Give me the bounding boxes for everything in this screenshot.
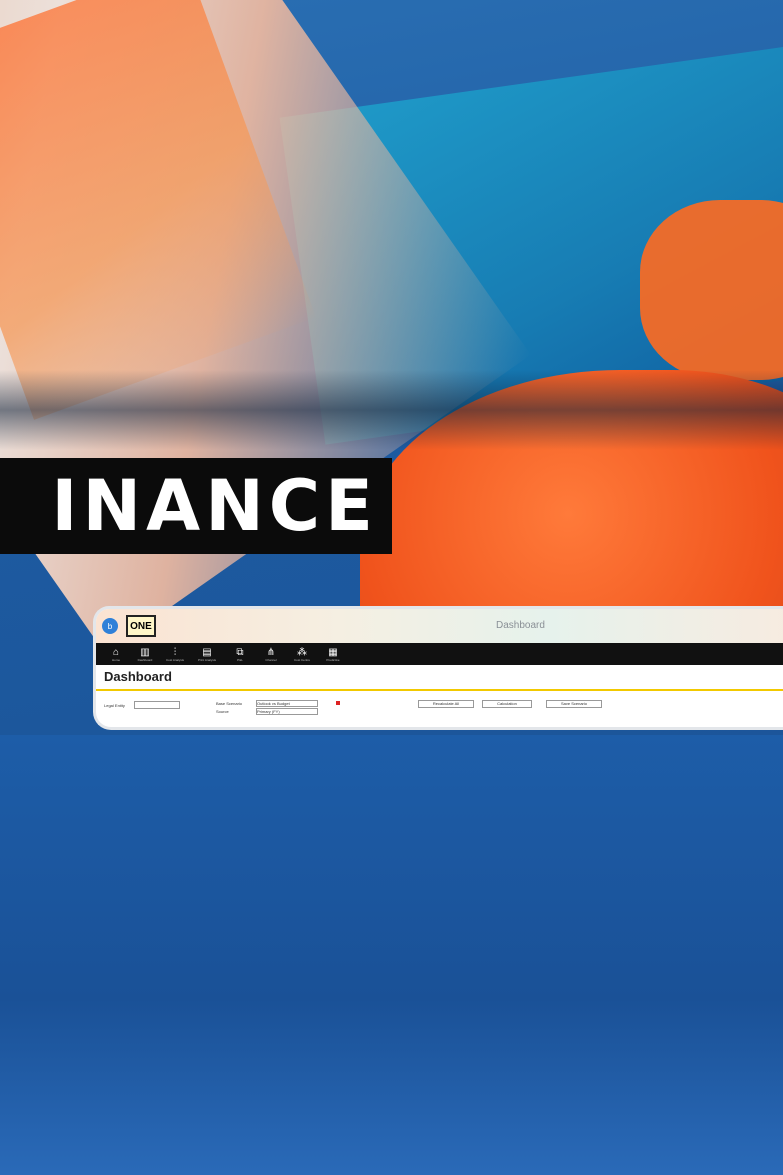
cost-centre-icon: ⁂	[297, 646, 307, 658]
predictive-icon: ▦	[328, 646, 338, 658]
nav-home[interactable]: ⌂ Home	[102, 647, 130, 662]
pl-icon: ⧉	[236, 646, 244, 658]
nav-predictive[interactable]: ▦ Predictive	[318, 647, 348, 662]
calculation-button[interactable]: Calculation	[482, 700, 532, 708]
headline-text: INANCE	[51, 465, 378, 547]
nav-print-analysis-label: Print Analysis	[197, 657, 216, 662]
nav-cost-centre[interactable]: ⁂ Cost Centre	[286, 647, 318, 662]
app-badge-icon: b	[102, 618, 118, 634]
channel-icon: ⋔	[266, 646, 276, 658]
nav-pl-label: P&L	[237, 657, 243, 662]
status-dot-red	[336, 701, 340, 705]
page-title: Dashboard	[104, 669, 172, 684]
cost-analysis-icon: ⫶	[173, 646, 177, 658]
background-graffiti-photo	[0, 0, 783, 1175]
nav-cost-analysis-label: Cost Analysis	[165, 657, 184, 662]
home-icon: ⌂	[112, 646, 120, 658]
nav-dashboard[interactable]: ▥ Dashboard	[130, 647, 160, 662]
nav-print-analysis[interactable]: ▤ Print Analysis	[190, 647, 224, 662]
source-label: Source	[216, 709, 229, 714]
nav-cost-centre-label: Cost Centre	[293, 657, 310, 662]
base-scenario-label: Base Scenario	[216, 701, 243, 706]
app-topbar: b ONE Dashboard	[96, 609, 783, 643]
nav-home-label: Home	[111, 657, 120, 662]
main-toolbar: ⌂ Home ▥ Dashboard ⫶ Cost Analysis ▤ Pri…	[96, 643, 783, 665]
nav-dashboard-label: Dashboard	[137, 657, 153, 662]
laptop-screen: b ONE Dashboard ⌂ Home ▥ Dashboard ⫶ Cos…	[93, 606, 783, 730]
window-title: Dashboard	[496, 620, 545, 631]
source-select[interactable]: Primary (FY)	[256, 708, 318, 715]
dashboard-icon: ▥	[140, 646, 150, 658]
recalculate-button[interactable]: Recalculate All	[418, 700, 474, 708]
legal-entity-select[interactable]	[134, 701, 180, 709]
nav-channel-label: Channel	[265, 657, 277, 662]
section-headline: INANCE	[0, 458, 392, 554]
nav-channel[interactable]: ⋔ Channel	[256, 647, 286, 662]
filter-bar: Legal Entity Base Scenario Outlook vs Bu…	[104, 699, 783, 719]
save-scenario-button[interactable]: Save Scenario	[546, 700, 602, 708]
legal-entity-label: Legal Entity	[104, 703, 125, 708]
title-underline	[96, 689, 783, 691]
app-logo[interactable]: ONE	[126, 615, 156, 637]
nav-predictive-label: Predictive	[326, 657, 340, 662]
print-analysis-icon: ▤	[202, 646, 212, 658]
nav-pl[interactable]: ⧉ P&L	[224, 647, 256, 662]
nav-cost-analysis[interactable]: ⫶ Cost Analysis	[160, 647, 190, 662]
base-scenario-select[interactable]: Outlook vs Budget	[256, 700, 318, 707]
